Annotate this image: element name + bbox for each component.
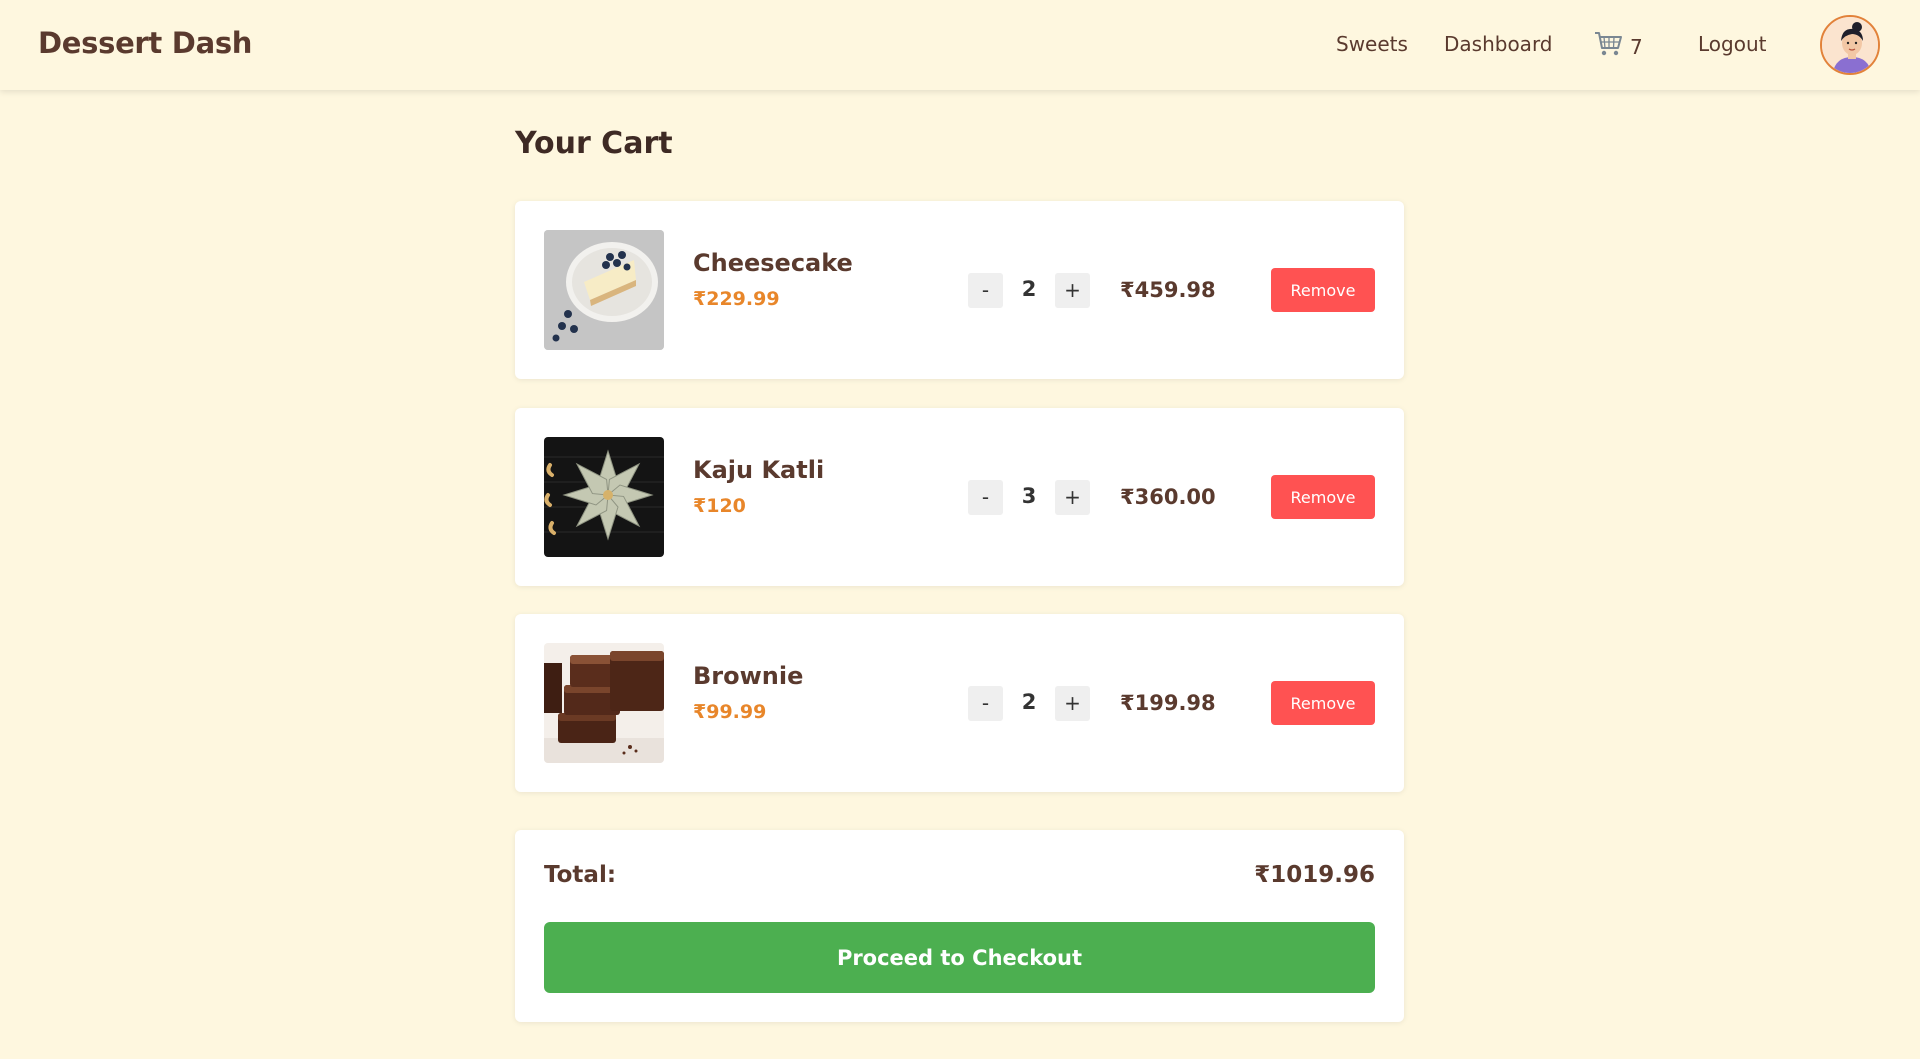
- cheesecake-image: [544, 230, 664, 350]
- cart-summary: Total: ₹1019.96 Proceed to Checkout: [515, 830, 1404, 1022]
- page-title: Your Cart: [515, 126, 673, 161]
- item-line-total: ₹360.00: [1120, 485, 1216, 509]
- item-unit-price: ₹120: [693, 495, 746, 517]
- total-label: Total:: [544, 862, 617, 888]
- increase-quantity-button[interactable]: +: [1055, 686, 1090, 721]
- decrease-quantity-button[interactable]: -: [968, 480, 1003, 515]
- increase-quantity-button[interactable]: +: [1055, 480, 1090, 515]
- increase-quantity-button[interactable]: +: [1055, 273, 1090, 308]
- item-line-total: ₹199.98: [1120, 691, 1216, 715]
- cart-icon: [1594, 30, 1624, 63]
- decrease-quantity-button[interactable]: -: [968, 273, 1003, 308]
- cart-item: Kaju Katli ₹120 - 3 + ₹360.00 Remove: [515, 408, 1404, 586]
- brand-logo[interactable]: Dessert Dash: [38, 26, 252, 60]
- total-value: ₹1019.96: [1254, 862, 1375, 888]
- cart-count-badge: 7: [1630, 34, 1643, 59]
- nav-link-cart[interactable]: 7: [1594, 30, 1643, 63]
- remove-item-button[interactable]: Remove: [1271, 475, 1375, 519]
- user-avatar[interactable]: [1820, 15, 1880, 75]
- item-quantity: 2: [1021, 277, 1037, 301]
- item-unit-price: ₹99.99: [693, 701, 767, 723]
- remove-item-button[interactable]: Remove: [1271, 268, 1375, 312]
- brownie-image: [544, 643, 664, 763]
- kaju-katli-image: [544, 437, 664, 557]
- item-quantity: 2: [1021, 690, 1037, 714]
- nav-link-logout[interactable]: Logout: [1698, 32, 1766, 56]
- item-line-total: ₹459.98: [1120, 278, 1216, 302]
- navbar: Dessert Dash Sweets Dashboard 7 Logout: [0, 0, 1920, 90]
- item-name: Cheesecake: [693, 249, 853, 277]
- checkout-button[interactable]: Proceed to Checkout: [544, 922, 1375, 993]
- remove-item-button[interactable]: Remove: [1271, 681, 1375, 725]
- nav-link-dashboard[interactable]: Dashboard: [1444, 32, 1553, 56]
- nav-link-sweets[interactable]: Sweets: [1336, 32, 1408, 56]
- decrease-quantity-button[interactable]: -: [968, 686, 1003, 721]
- item-unit-price: ₹229.99: [693, 288, 780, 310]
- item-name: Brownie: [693, 662, 804, 690]
- item-quantity: 3: [1021, 484, 1037, 508]
- cart-item: Brownie ₹99.99 - 2 + ₹199.98 Remove: [515, 614, 1404, 792]
- item-name: Kaju Katli: [693, 456, 825, 484]
- cart-item: Cheesecake ₹229.99 - 2 + ₹459.98 Remove: [515, 201, 1404, 379]
